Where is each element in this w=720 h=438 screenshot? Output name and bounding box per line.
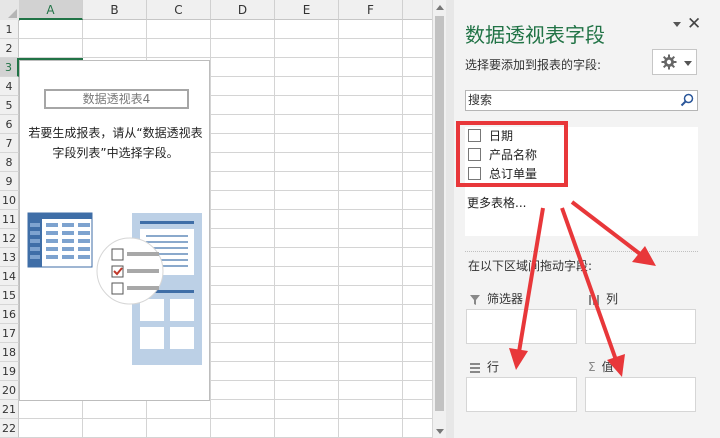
filter-icon [470,294,480,305]
pivot-instruction-text: 若要生成报表，请从“数据透视表 字段列表”中选择字段。 [20,123,211,163]
pivot-fields-pane: 数据透视表字段 ✕ 选择要添加到报表的字段: 日期 产品名称 [454,0,720,438]
scroll-thumb[interactable] [435,16,444,411]
row-header-2[interactable]: 2 [0,39,19,58]
pane-options-dropdown-icon[interactable] [673,22,681,27]
pivot-instruction-line2: 字段列表”中选择字段。 [52,146,179,160]
row-header-13[interactable]: 13 [0,248,19,267]
row-header-7[interactable]: 7 [0,134,19,153]
row-header-20[interactable]: 20 [0,381,19,400]
columns-area-label: 列 [606,292,619,306]
select-all-corner[interactable] [0,0,20,21]
values-area-header: Σ值 [588,358,614,375]
rows-drop-zone[interactable] [466,377,577,412]
column-header-d[interactable]: D [211,0,275,20]
column-header-f[interactable]: F [339,0,403,20]
row-header-1[interactable]: 1 [0,20,19,39]
rows-icon [470,362,480,373]
vertical-scrollbar[interactable] [432,0,446,438]
filters-drop-zone[interactable] [466,309,577,344]
values-area-label: 值 [601,360,614,374]
layout-settings-button[interactable] [652,49,697,75]
drag-fields-label: 在以下区域间拖动字段: [468,259,593,273]
values-drop-zone[interactable] [585,377,696,412]
columns-icon [589,294,599,305]
pane-title: 数据透视表字段 [465,23,605,47]
scroll-down-icon[interactable] [436,429,444,434]
row-header-4[interactable]: 4 [0,77,19,96]
pivot-instruction-line1: 若要生成报表，请从“数据透视表 [28,126,203,140]
chevron-down-icon [684,61,692,66]
row-header-10[interactable]: 10 [0,191,19,210]
close-icon[interactable]: ✕ [687,14,701,34]
sigma-icon: Σ [588,360,596,374]
row-header-11[interactable]: 11 [0,210,19,229]
gear-icon [661,54,677,70]
annotation-highlight-box [456,121,568,187]
filters-area-header: 筛选器 [469,290,523,307]
search-icon[interactable] [680,93,694,107]
row-header-3[interactable]: 3 [0,58,19,77]
row-header-9[interactable]: 9 [0,172,19,191]
rows-area-label: 行 [487,360,500,374]
columns-drop-zone[interactable] [585,309,696,344]
row-header-8[interactable]: 8 [0,153,19,172]
column-header-b[interactable]: B [83,0,147,20]
pane-splitter[interactable] [446,0,454,438]
filters-area-label: 筛选器 [487,292,524,306]
search-input[interactable] [468,92,673,108]
row-header-17[interactable]: 17 [0,324,19,343]
row-header-16[interactable]: 16 [0,305,19,324]
scroll-up-icon[interactable] [436,5,444,10]
pivot-table-name: 数据透视表4 [44,89,189,109]
column-header-partial[interactable] [403,0,432,20]
pane-subtitle: 选择要添加到报表的字段: [465,58,602,72]
row-header-14[interactable]: 14 [0,267,19,286]
row-header-21[interactable]: 21 [0,400,19,419]
column-header-c[interactable]: C [147,0,211,20]
row-header-18[interactable]: 18 [0,343,19,362]
row-header-6[interactable]: 6 [0,115,19,134]
more-tables-link[interactable]: 更多表格... [467,194,526,211]
row-header-15[interactable]: 15 [0,286,19,305]
row-header-12[interactable]: 12 [0,229,19,248]
divider [465,251,698,252]
field-search-box[interactable] [465,90,698,111]
pivot-table-placeholder[interactable]: 数据透视表4 若要生成报表，请从“数据透视表 字段列表”中选择字段。 [19,60,210,401]
column-header-e[interactable]: E [275,0,339,20]
row-header-19[interactable]: 19 [0,362,19,381]
rows-area-header: 行 [469,358,499,375]
spreadsheet-grid[interactable]: A B C D E F 1 2 3 4 5 6 7 8 9 10 11 12 13 14 15 16 17 18 1… [0,0,432,438]
column-header-a[interactable]: A [19,0,83,20]
columns-area-header: 列 [588,290,618,307]
row-header-5[interactable]: 5 [0,96,19,115]
pivot-illustration-icon [27,212,202,365]
row-header-22[interactable]: 22 [0,419,19,438]
